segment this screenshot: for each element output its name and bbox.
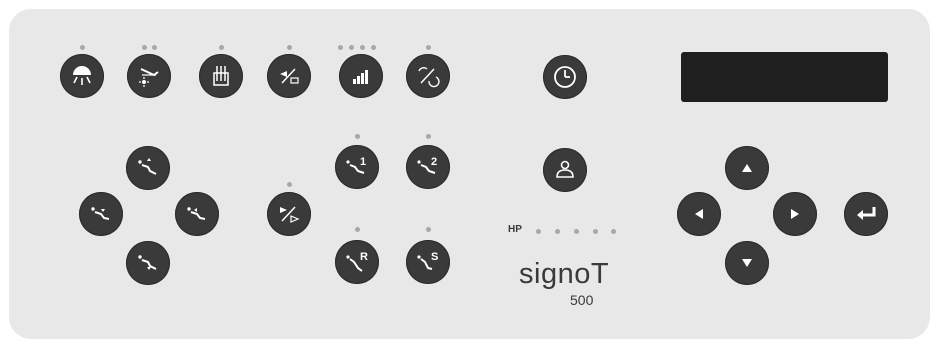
chair-memory-2-icon: 2 <box>417 156 437 174</box>
brand-name: signoT <box>519 258 610 290</box>
led-chair-mode <box>286 181 292 187</box>
led-memory-2 <box>425 133 431 139</box>
memory-s-button[interactable]: S <box>406 240 450 284</box>
user-icon <box>556 160 574 178</box>
chair-left-button[interactable] <box>79 192 123 236</box>
clock-icon <box>554 66 576 88</box>
chair-right-button[interactable] <box>175 192 219 236</box>
toggle-slash-icon <box>280 68 299 84</box>
handpiece-light-icon <box>139 68 159 87</box>
hp-label: HP <box>508 224 522 235</box>
chair-memory-s-icon: S <box>417 251 438 270</box>
instruments-icon <box>213 66 229 86</box>
arrow-up-icon <box>742 164 752 172</box>
led-instruments <box>218 44 224 50</box>
chair-mode-button[interactable] <box>267 192 311 236</box>
led-hp-2 <box>554 228 560 234</box>
led-level-4 <box>370 44 376 50</box>
led-hp-3 <box>573 228 579 234</box>
led-toggle <box>286 44 292 50</box>
memory-1-button[interactable]: 1 <box>335 145 379 189</box>
control-panel: 1 2 R S HP signoT 500 <box>9 9 930 339</box>
led-hp-4 <box>592 228 598 234</box>
chair-mode-icon <box>280 206 300 223</box>
level-bars-icon <box>353 70 368 84</box>
led-level-3 <box>359 44 365 50</box>
nav-right-button[interactable] <box>773 192 817 236</box>
toggle-slash-button[interactable] <box>267 54 311 98</box>
led-memory-r <box>354 226 360 232</box>
chair-down-icon <box>138 255 157 270</box>
memory-2-button[interactable]: 2 <box>406 145 450 189</box>
brand-model: 500 <box>570 292 594 308</box>
chair-up-button[interactable] <box>126 146 170 190</box>
light-button[interactable] <box>60 54 104 98</box>
memory-1-label: 1 <box>360 156 366 168</box>
led-handpiece-2 <box>151 44 157 50</box>
enter-icon <box>857 207 876 220</box>
led-memory-s <box>425 226 431 232</box>
nav-left-button[interactable] <box>677 192 721 236</box>
memory-s-label: S <box>431 251 438 263</box>
memory-r-label: R <box>360 251 368 263</box>
led-hp-1 <box>535 228 541 234</box>
chair-memory-1-icon: 1 <box>346 156 366 174</box>
chair-down-button[interactable] <box>126 241 170 285</box>
led-rotation <box>425 44 431 50</box>
arrow-down-icon <box>742 259 752 267</box>
arrow-left-icon <box>695 209 703 219</box>
rotation-button[interactable] <box>406 54 450 98</box>
led-hp-5 <box>610 228 616 234</box>
rotation-icon <box>418 67 440 88</box>
led-level-1 <box>337 44 343 50</box>
led-handpiece-1 <box>141 44 147 50</box>
nav-down-button[interactable] <box>725 241 769 285</box>
level-button[interactable] <box>339 54 383 98</box>
chair-memory-r-icon: R <box>346 251 368 272</box>
chair-up-icon <box>138 158 157 175</box>
enter-button[interactable] <box>844 192 888 236</box>
chair-right-icon <box>187 207 206 220</box>
lcd-display <box>681 52 888 102</box>
instruments-button[interactable] <box>199 54 243 98</box>
nav-up-button[interactable] <box>725 146 769 190</box>
led-memory-1 <box>354 133 360 139</box>
handpiece-light-button[interactable] <box>127 54 171 98</box>
user-button[interactable] <box>543 148 587 192</box>
memory-r-button[interactable]: R <box>335 240 379 284</box>
arrow-right-icon <box>791 209 799 219</box>
led-level-2 <box>348 44 354 50</box>
led-light <box>79 44 85 50</box>
light-icon <box>73 66 91 85</box>
timer-button[interactable] <box>543 55 587 99</box>
chair-left-icon <box>91 207 110 220</box>
memory-2-label: 2 <box>431 156 437 168</box>
